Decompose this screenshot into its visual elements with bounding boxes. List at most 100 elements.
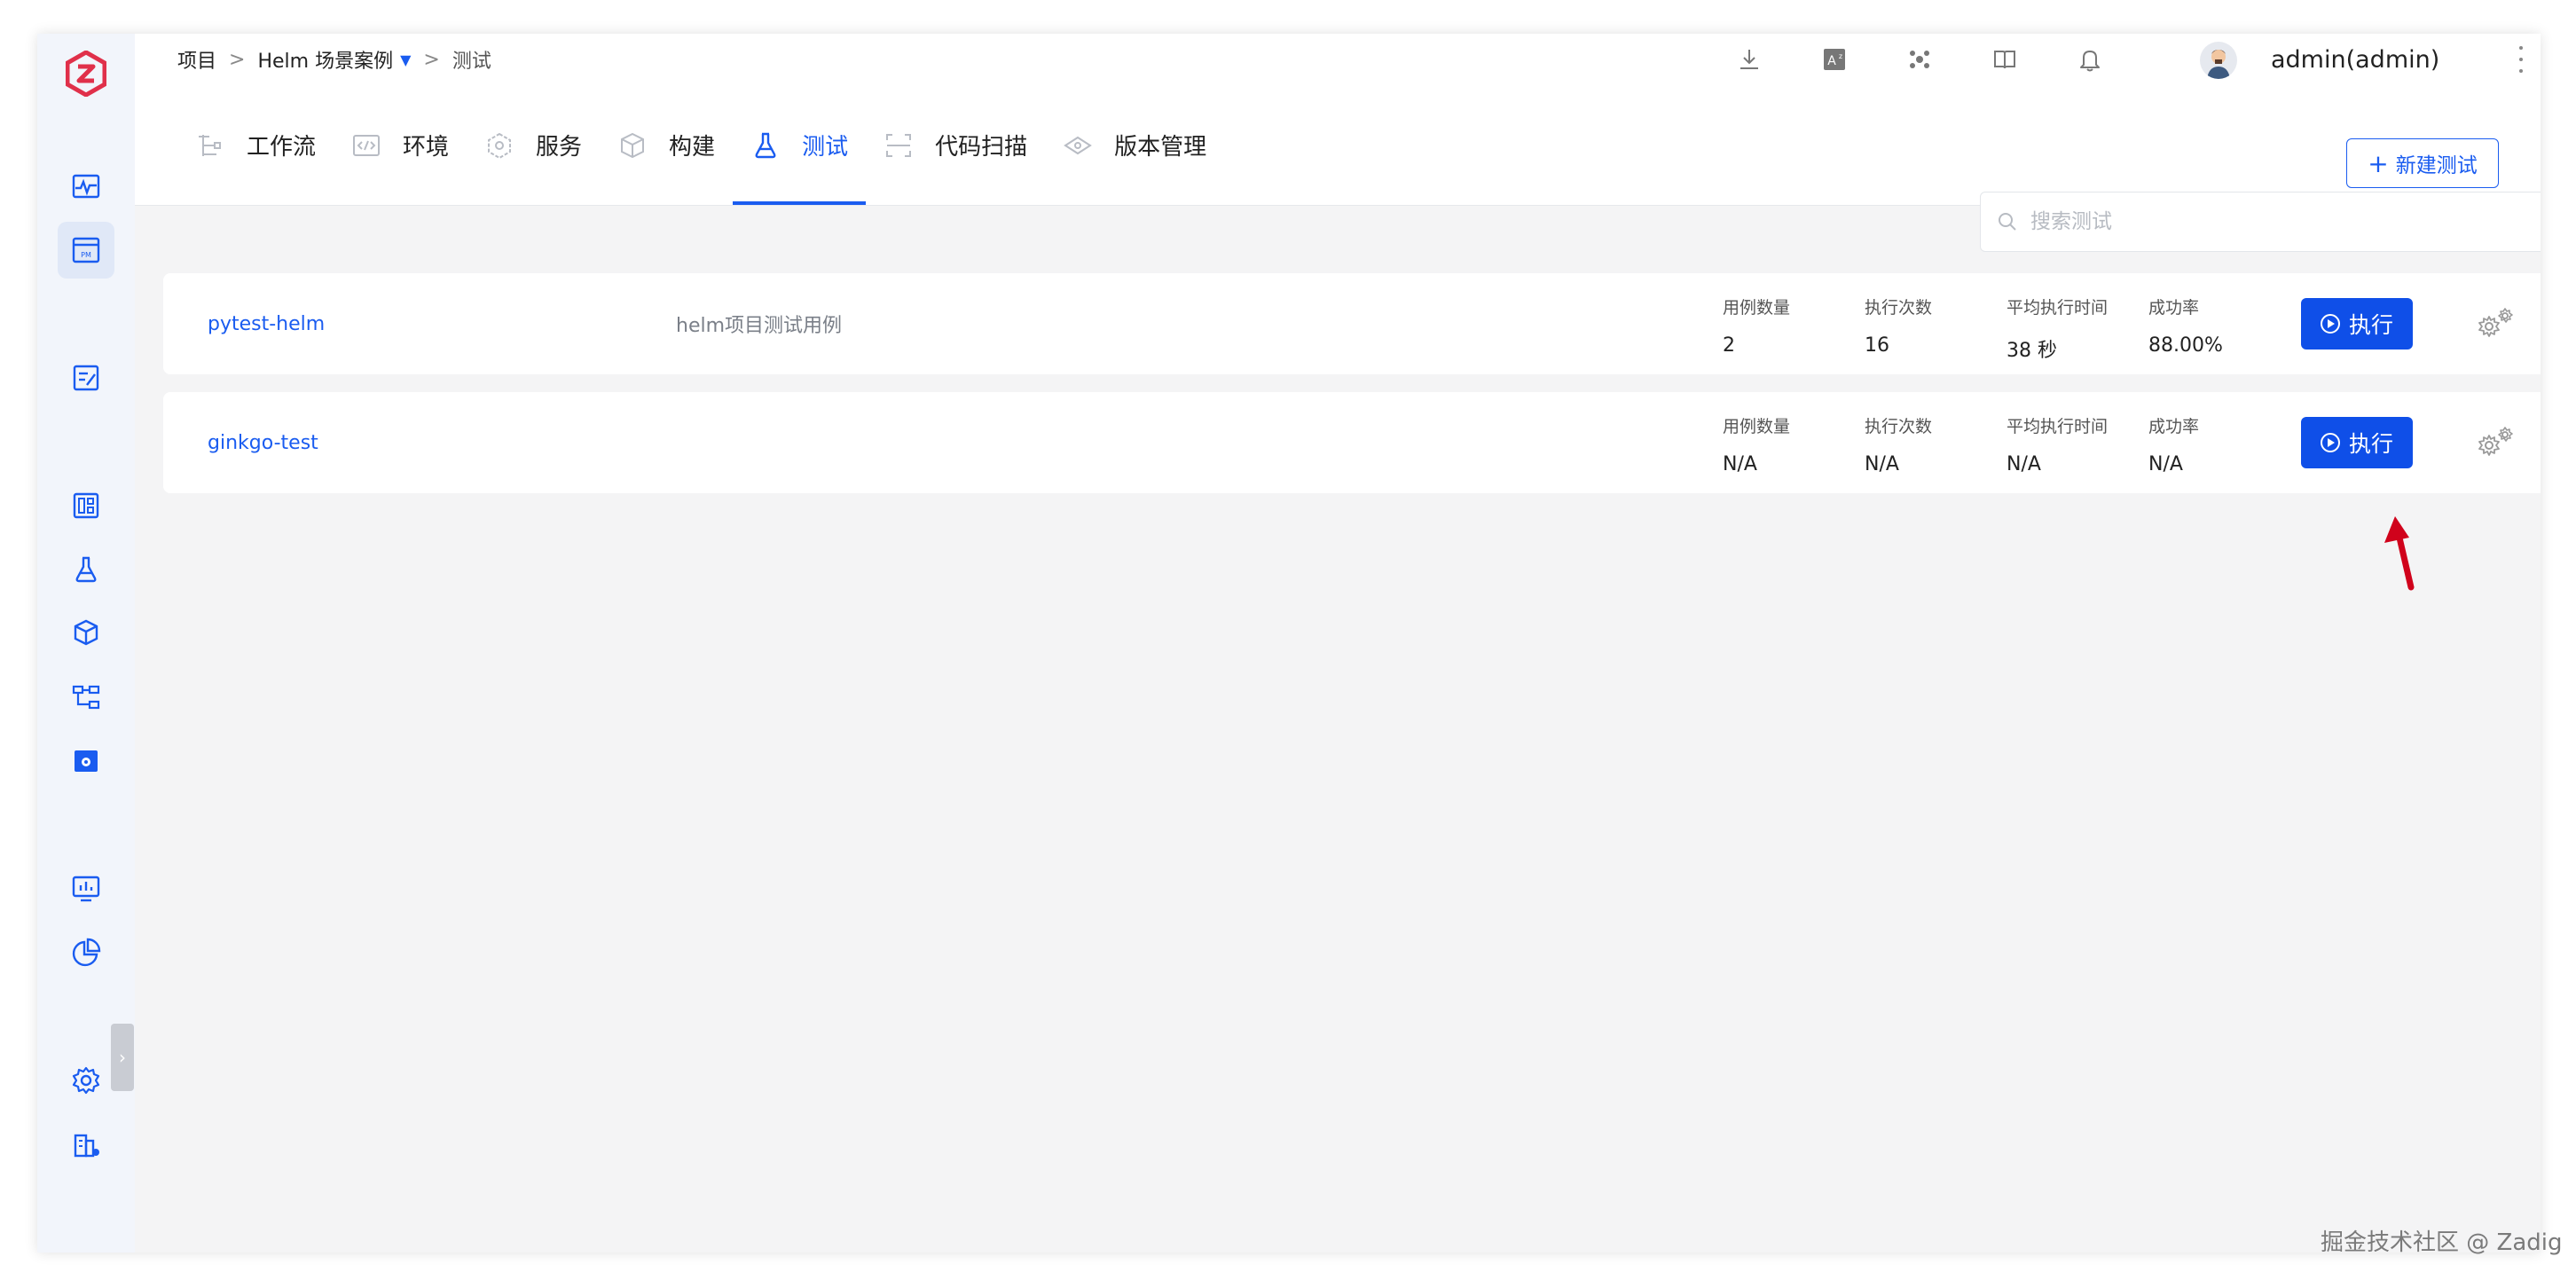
run-label: 执行	[2348, 312, 2393, 338]
tab-label: 构建	[669, 134, 716, 161]
tab-service[interactable]: 服务	[467, 85, 600, 205]
stat-value: N/A	[2148, 453, 2183, 475]
avatar[interactable]	[2200, 42, 2237, 79]
sidebar-artifact-icon[interactable]	[58, 605, 114, 662]
version-icon	[1061, 129, 1095, 162]
sidebar-template-icon[interactable]	[58, 477, 114, 534]
language-icon[interactable]: Az	[1817, 42, 1852, 77]
stat-value: 88.00%	[2148, 334, 2223, 357]
search-icon	[1999, 213, 2016, 231]
service-icon	[483, 129, 516, 162]
stat-runs: 执行次数 N/A	[1865, 413, 1932, 475]
svg-text:A: A	[1827, 54, 1836, 68]
stat-value: 16	[1865, 334, 1889, 357]
sidebar: PM ›	[37, 34, 135, 1253]
tab-build[interactable]: 构建	[600, 85, 733, 205]
app-window: PM › 项目 > Helm 场景案例 ▼ > 测试 A z admin(adm…	[37, 34, 2541, 1253]
play-icon	[2320, 314, 2340, 334]
stat-avg-time: 平均执行时间 38 秒	[2007, 295, 2108, 363]
new-test-button[interactable]: + 新建测试	[2346, 138, 2499, 188]
bell-icon[interactable]	[2072, 42, 2108, 77]
stat-cases: 用例数量 2	[1723, 295, 1790, 357]
stat-label: 执行次数	[1865, 298, 1933, 318]
sidebar-workflow-edit-icon[interactable]	[58, 349, 114, 406]
test-row: pytest-helm helm项目测试用例 用例数量 2 执行次数 16 平均…	[163, 273, 2541, 374]
tab-version[interactable]: 版本管理	[1045, 85, 1224, 205]
plugins-icon[interactable]	[1902, 42, 1937, 77]
watermark: 掘金技术社区 @ Zadig	[2321, 1229, 2563, 1256]
breadcrumb: 项目 > Helm 场景案例 ▼ > 测试	[177, 34, 491, 85]
build-icon	[616, 129, 649, 162]
test-description: helm项目测试用例	[676, 315, 843, 337]
stat-runs: 执行次数 16	[1865, 295, 1932, 357]
sidebar-project-icon[interactable]: PM	[58, 222, 114, 279]
stat-value: N/A	[1723, 453, 1757, 475]
sidebar-dashboard-icon[interactable]	[58, 860, 114, 917]
tab-label: 服务	[536, 134, 583, 161]
environment-icon	[349, 129, 383, 162]
stat-label: 成功率	[2148, 417, 2200, 436]
stat-label: 平均执行时间	[2007, 298, 2109, 318]
stat-value: 38 秒	[2007, 340, 2057, 362]
plus-icon: +	[2368, 148, 2389, 178]
stat-label: 用例数量	[1723, 298, 1791, 318]
stat-label: 平均执行时间	[2007, 417, 2109, 436]
tab-label: 版本管理	[1114, 134, 1207, 161]
search-box[interactable]	[1980, 192, 2541, 252]
sidebar-gear-icon[interactable]	[58, 1052, 114, 1109]
test-row: ginkgo-test 用例数量 N/A 执行次数 N/A 平均执行时间 N/A…	[163, 392, 2541, 493]
new-test-label: 新建测试	[2395, 154, 2478, 177]
test-name-link[interactable]: pytest-helm	[208, 273, 325, 374]
sidebar-pie-chart-icon[interactable]	[58, 924, 114, 981]
tab-environment[interactable]: 环境	[334, 85, 467, 205]
svg-text:z: z	[1839, 52, 1842, 60]
username[interactable]: admin(admin)	[2271, 34, 2439, 85]
docs-book-icon[interactable]	[1987, 42, 2022, 77]
download-icon[interactable]	[1732, 42, 1767, 77]
stat-cases: 用例数量 N/A	[1723, 413, 1790, 475]
stat-value: 2	[1723, 334, 1735, 357]
sidebar-pipeline-icon[interactable]	[58, 669, 114, 726]
stat-label: 执行次数	[1865, 417, 1933, 436]
module-tabs: 工作流 环境 服务 构建 测试 代码扫描 版本管理	[177, 85, 1224, 205]
chevron-down-icon[interactable]: ▼	[400, 51, 411, 68]
stat-avg-time: 平均执行时间 N/A	[2007, 413, 2108, 475]
tab-label: 工作流	[247, 134, 317, 161]
tab-workflow[interactable]: 工作流	[177, 85, 334, 205]
run-button[interactable]: 执行	[2301, 298, 2413, 349]
stat-label: 成功率	[2148, 298, 2200, 318]
search-input[interactable]	[2029, 209, 2541, 234]
svg-text:PM: PM	[81, 251, 91, 259]
test-name-link[interactable]: ginkgo-test	[208, 392, 318, 493]
stat-label: 用例数量	[1723, 417, 1791, 436]
run-label: 执行	[2348, 431, 2393, 457]
play-icon	[2320, 433, 2340, 452]
zadig-logo[interactable]	[55, 43, 117, 105]
settings-gears-icon[interactable]	[2475, 305, 2516, 341]
sidebar-settings-box-icon[interactable]	[58, 733, 114, 789]
run-button[interactable]: 执行	[2301, 417, 2413, 468]
settings-gears-icon[interactable]	[2475, 424, 2516, 459]
annotation-arrow-icon	[2384, 516, 2415, 591]
sidebar-expand-handle[interactable]: ›	[111, 1024, 134, 1091]
workflow-icon	[193, 129, 227, 162]
tab-label: 测试	[802, 134, 849, 161]
breadcrumb-projects[interactable]: 项目	[177, 45, 216, 74]
header-icons: Az	[1732, 34, 2157, 85]
stat-value: N/A	[1865, 453, 1899, 475]
more-vertical-icon[interactable]	[2512, 46, 2530, 73]
breadcrumb-project[interactable]: Helm 场景案例	[257, 45, 393, 74]
sidebar-monitor-icon[interactable]	[58, 158, 114, 215]
flask-icon	[749, 129, 782, 162]
stat-success-rate: 成功率 N/A	[2148, 413, 2199, 475]
tab-test[interactable]: 测试	[733, 85, 867, 205]
top-header: 项目 > Helm 场景案例 ▼ > 测试 Az admin(admin)	[135, 34, 2541, 86]
tab-label: 代码扫描	[935, 134, 1028, 161]
breadcrumb-current: 测试	[452, 51, 491, 73]
stat-value: N/A	[2007, 453, 2041, 475]
sidebar-test-flask-icon[interactable]	[58, 541, 114, 598]
breadcrumb-separator: >	[423, 48, 440, 71]
tab-code-scan[interactable]: 代码扫描	[866, 85, 1045, 205]
sidebar-enterprise-icon[interactable]	[58, 1116, 114, 1173]
scan-icon	[882, 129, 915, 162]
